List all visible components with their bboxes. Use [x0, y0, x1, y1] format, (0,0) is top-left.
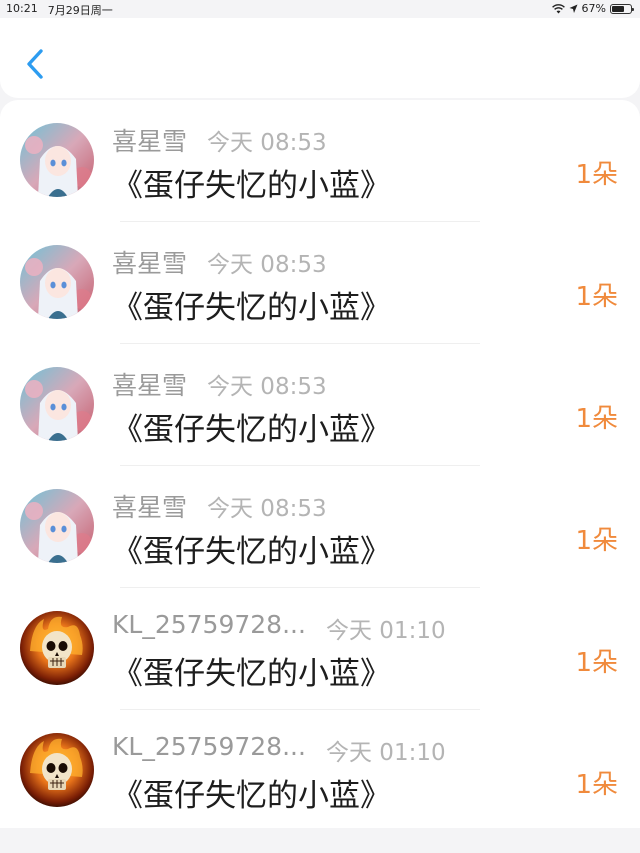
gift-count: 1朵: [575, 404, 618, 434]
battery-icon: [610, 3, 634, 14]
gift-record-row[interactable]: KL_25759728... 今天 01:10 《蛋仔失忆的小蓝》 1朵: [0, 710, 640, 832]
avatar[interactable]: [20, 489, 94, 563]
avatar[interactable]: [20, 367, 94, 441]
gift-count: 1朵: [575, 526, 618, 556]
battery-percent: 67%: [581, 2, 606, 15]
gift-count: 1朵: [575, 648, 618, 678]
chevron-left-icon: [27, 49, 43, 79]
status-bar: 10:21 7月29日周一 67%: [0, 0, 640, 18]
gift-record-row[interactable]: KL_25759728... 今天 01:10 《蛋仔失忆的小蓝》 1朵: [0, 588, 640, 710]
send-time: 今天 08:53: [207, 374, 327, 400]
gift-name: 《蛋仔失忆的小蓝》: [112, 168, 391, 204]
gift-record-list: 喜星雪 今天 08:53 《蛋仔失忆的小蓝》 1朵 喜星雪 今天 08:53 《蛋仔失忆的小…: [0, 100, 640, 828]
gift-record-row[interactable]: 喜星雪 今天 08:53 《蛋仔失忆的小蓝》 1朵: [0, 100, 640, 222]
send-time: 今天 08:53: [207, 252, 327, 278]
avatar[interactable]: [20, 611, 94, 685]
sender-name[interactable]: 喜星雪: [112, 488, 187, 524]
gift-count: 1朵: [575, 770, 618, 800]
send-time: 今天 01:10: [326, 740, 446, 766]
send-time: 今天 08:53: [207, 130, 327, 156]
gift-name: 《蛋仔失忆的小蓝》: [112, 656, 391, 692]
gift-name: 《蛋仔失忆的小蓝》: [112, 534, 391, 570]
gift-record-row[interactable]: 喜星雪 今天 08:53 《蛋仔失忆的小蓝》 1朵: [0, 466, 640, 588]
send-time: 今天 01:10: [326, 618, 446, 644]
bottom-strip: [0, 828, 640, 853]
sender-name[interactable]: 喜星雪: [112, 366, 187, 402]
sender-name[interactable]: KL_25759728...: [112, 732, 306, 761]
sender-name[interactable]: 喜星雪: [112, 244, 187, 280]
sender-name[interactable]: KL_25759728...: [112, 610, 306, 639]
gift-record-row[interactable]: 喜星雪 今天 08:53 《蛋仔失忆的小蓝》 1朵: [0, 344, 640, 466]
gift-name: 《蛋仔失忆的小蓝》: [112, 290, 391, 326]
navigation-bar: [0, 18, 640, 98]
gift-count: 1朵: [575, 160, 618, 190]
back-button[interactable]: [18, 44, 54, 84]
avatar[interactable]: [20, 123, 94, 197]
gift-record-row[interactable]: 喜星雪 今天 08:53 《蛋仔失忆的小蓝》 1朵: [0, 222, 640, 344]
avatar[interactable]: [20, 245, 94, 319]
gift-name: 《蛋仔失忆的小蓝》: [112, 778, 391, 814]
wifi-icon: [551, 3, 565, 13]
send-time: 今天 08:53: [207, 496, 327, 522]
battery-level: [612, 5, 624, 12]
status-date: 7月29日周一: [47, 4, 113, 17]
avatar[interactable]: [20, 733, 94, 807]
gift-name: 《蛋仔失忆的小蓝》: [112, 412, 391, 448]
sender-name[interactable]: 喜星雪: [112, 122, 187, 158]
location-icon: [569, 4, 578, 13]
gift-count: 1朵: [575, 282, 618, 312]
status-time: 10:21: [6, 2, 38, 15]
